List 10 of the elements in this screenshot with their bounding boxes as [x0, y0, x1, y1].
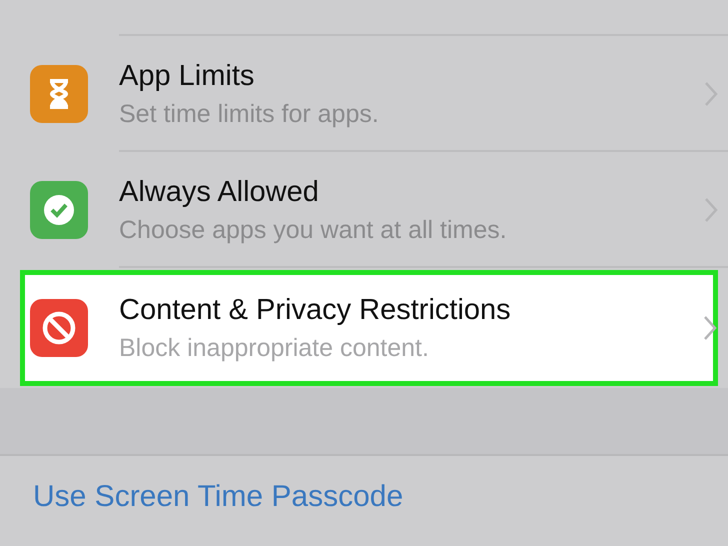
row-title: Always Allowed [119, 175, 320, 210]
row-title: App Limits [119, 59, 256, 94]
row-subtitle: Block inappropriate content. [119, 333, 430, 364]
row-subtitle: Choose apps you want at all times. [119, 215, 508, 246]
chevron-icon [703, 315, 717, 341]
row-subtitle: Set time limits for apps. [119, 99, 380, 130]
settings-row[interactable]: App Limits Set time limits for apps. [0, 36, 728, 152]
highlighted-settings-row[interactable]: Content & Privacy Restrictions Block inappropriate content. [20, 270, 718, 386]
row-title: Content & Privacy Restrictions [119, 293, 512, 328]
settings-row[interactable]: Always Allowed Choose apps you want at all times. [0, 152, 728, 268]
